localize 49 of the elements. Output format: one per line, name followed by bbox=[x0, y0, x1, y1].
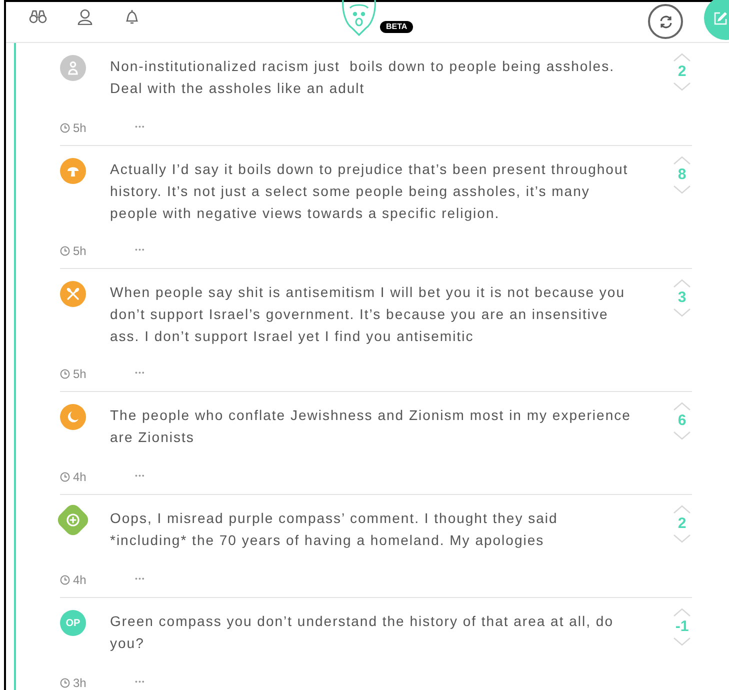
comment-text: Non-institutionalized racism just boils down to people being assholes. Deal with the assholes like an adult bbox=[110, 57, 616, 98]
binoculars-icon[interactable] bbox=[29, 10, 47, 24]
upvote-icon[interactable] bbox=[673, 402, 691, 411]
vote-count: -1 bbox=[675, 617, 689, 637]
vote-count: 6 bbox=[678, 411, 686, 431]
target-icon bbox=[66, 513, 80, 527]
upvote-icon[interactable] bbox=[673, 505, 691, 514]
figure-icon bbox=[67, 61, 79, 75]
yeti-logo[interactable] bbox=[340, 0, 378, 36]
downvote-icon[interactable] bbox=[673, 308, 691, 317]
clock-icon bbox=[60, 472, 70, 482]
vote-count: 2 bbox=[678, 62, 686, 82]
bell-icon[interactable] bbox=[124, 9, 140, 25]
downvote-icon[interactable] bbox=[673, 185, 691, 194]
timestamp: 5h bbox=[73, 366, 86, 383]
downvote-icon[interactable] bbox=[673, 82, 691, 91]
refresh-icon bbox=[658, 14, 672, 28]
downvote-icon[interactable] bbox=[673, 534, 691, 543]
downvote-icon[interactable] bbox=[673, 637, 691, 646]
downvote-icon[interactable] bbox=[673, 431, 691, 440]
beta-badge: BETA bbox=[380, 21, 414, 33]
crossed-paddles-icon bbox=[66, 287, 80, 301]
timestamp: 3h bbox=[73, 675, 86, 690]
comment-text: When people say shit is antisemitism I will bet you it is not because you don’t support Israel’s government. It’s because you are an insensitive ass. I don’t support Israel yet I find you antisemitic bbox=[110, 283, 626, 346]
clock-icon bbox=[60, 369, 70, 379]
clock-icon bbox=[60, 246, 70, 256]
comment-text: Green compass you don’t understand the history of that area at all, do you? bbox=[110, 612, 614, 653]
timestamp: 5h bbox=[73, 243, 86, 260]
refresh-button[interactable] bbox=[648, 4, 683, 39]
clock-icon bbox=[60, 123, 70, 133]
comment-text: The people who conflate Jewishness and Zionism most in my experience are Zionists bbox=[110, 406, 632, 447]
comment-text: Actually I’d say it boils down to prejudice that’s been present throughout history. It’s not just a select some people being assholes, it’s many people with negative views towards a specific religion. bbox=[110, 160, 630, 223]
compose-icon bbox=[714, 12, 727, 24]
clock-icon bbox=[60, 575, 70, 585]
vote-count: 3 bbox=[678, 288, 686, 308]
timestamp: 4h bbox=[73, 469, 86, 486]
user-avatar: OP bbox=[60, 610, 86, 636]
comment-text: Oops, I misread purple compass’ comment. I thought they said *including* the 70 years of having a homeland. My apologies bbox=[110, 509, 559, 550]
timestamp: 4h bbox=[73, 572, 86, 589]
timestamp: 5h bbox=[73, 120, 86, 137]
upvote-icon[interactable] bbox=[673, 608, 691, 617]
clock-icon bbox=[60, 678, 70, 688]
vote-count: 2 bbox=[678, 514, 686, 534]
upvote-icon[interactable] bbox=[673, 156, 691, 165]
upvote-icon[interactable] bbox=[673, 53, 691, 62]
user-icon[interactable] bbox=[77, 9, 93, 25]
crescent-icon bbox=[66, 410, 80, 424]
vote-count: 8 bbox=[678, 165, 686, 185]
upvote-icon[interactable] bbox=[673, 279, 691, 288]
